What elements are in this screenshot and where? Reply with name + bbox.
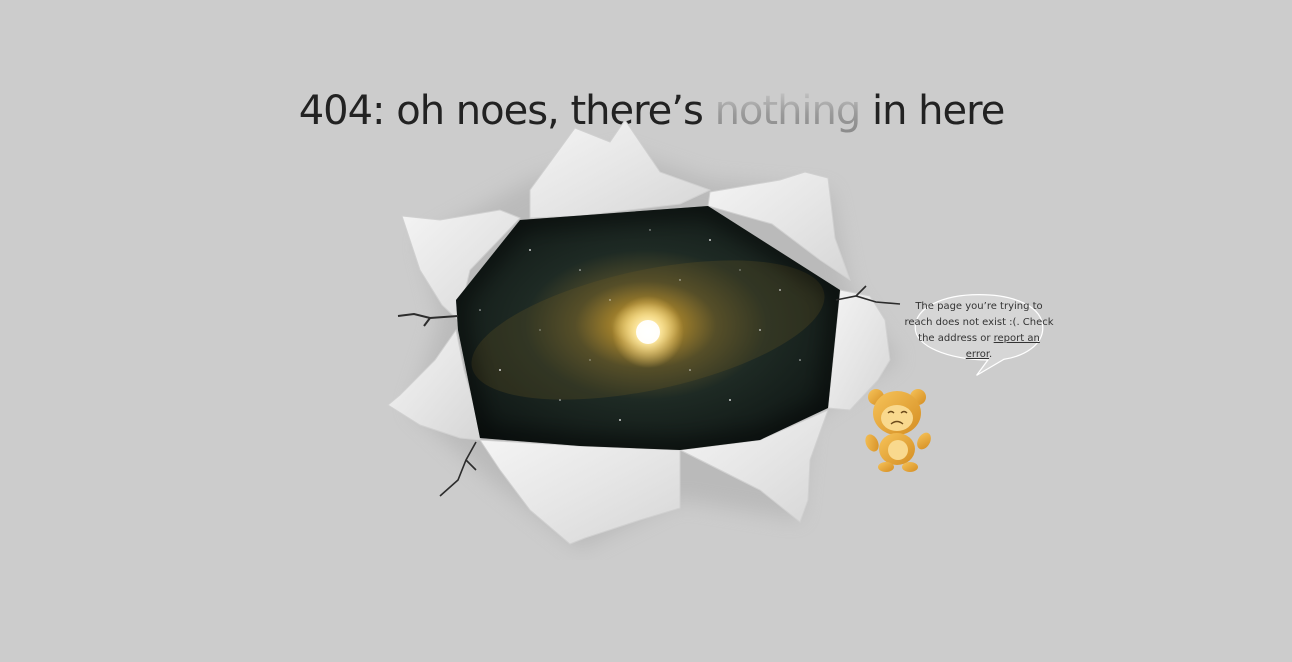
error-page: 404: oh noes, there’s nothing in here Th… — [0, 0, 1292, 662]
torn-paper-hole-illustration — [387, 120, 901, 550]
bubble-message-suffix: . — [989, 349, 993, 360]
sad-bear-mascot-icon — [865, 389, 931, 472]
bubble-message: The page you’re trying to reach does not… — [904, 299, 1054, 363]
